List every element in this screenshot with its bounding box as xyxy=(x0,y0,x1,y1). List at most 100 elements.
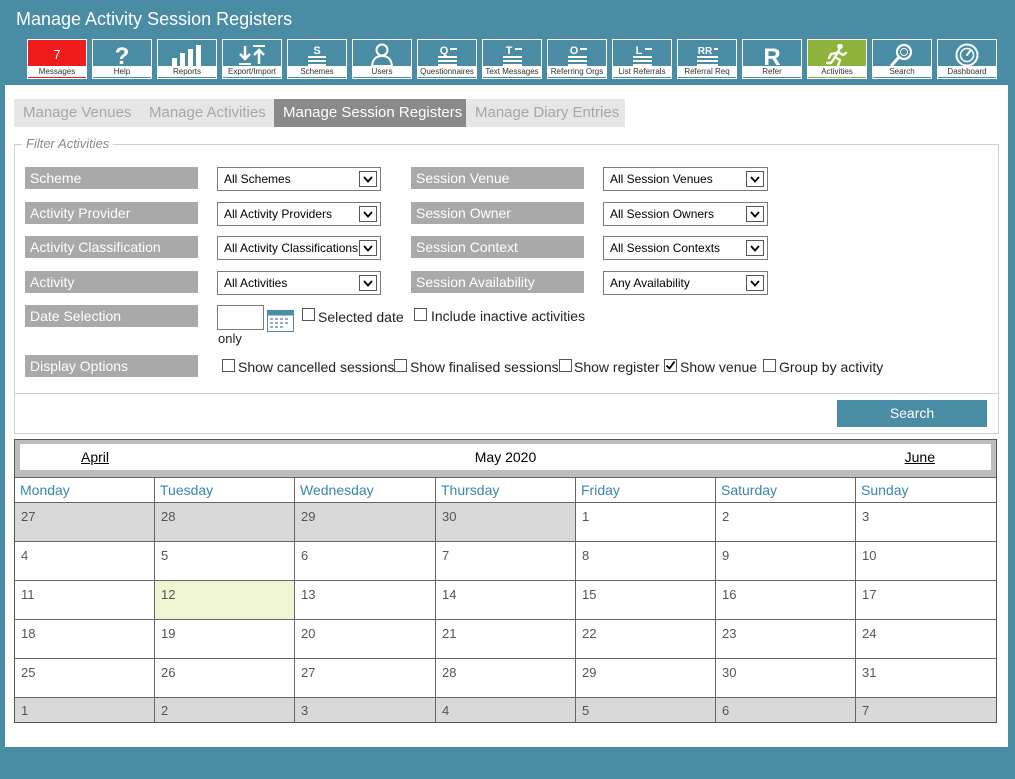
filter-activities-panel: Filter Activities Scheme All Schemes Ses… xyxy=(14,136,999,394)
display-options-label: Display Options xyxy=(25,355,198,377)
refer-button[interactable]: R Refer xyxy=(742,39,802,79)
referral-req-button[interactable]: RR Referral Req xyxy=(677,39,737,79)
calendar-day-cell[interactable]: 28 xyxy=(155,502,295,541)
calendar-day-cell[interactable]: 19 xyxy=(155,619,295,658)
referring-orgs-button[interactable]: O Referring Orgs xyxy=(547,39,607,79)
tab-manage-session-registers[interactable]: Manage Session Registers xyxy=(274,99,466,127)
session-context-select[interactable]: All Session Contexts xyxy=(603,236,768,260)
calendar-day-cell[interactable]: 29 xyxy=(295,502,436,541)
group-by-activity-label: Group by activity xyxy=(779,359,884,375)
date-input[interactable] xyxy=(217,305,264,330)
calendar-day-cell[interactable]: 13 xyxy=(295,580,436,619)
session-owner-select-value: All Session Owners xyxy=(610,207,715,221)
calendar-day-cell[interactable]: 1 xyxy=(576,502,716,541)
calendar-day-cell[interactable]: 16 xyxy=(716,580,856,619)
activity-classification-select-value: All Activity Classifications xyxy=(224,241,359,255)
show-venue-checkbox[interactable] xyxy=(664,359,677,372)
session-availability-select[interactable]: Any Availability xyxy=(603,271,768,295)
dashboard-button[interactable]: Dashboard xyxy=(937,39,997,79)
calendar-day-cell[interactable]: 8 xyxy=(576,541,716,580)
selected-date-only-checkbox[interactable] xyxy=(302,308,315,321)
refer-label: Refer xyxy=(743,66,801,77)
calendar-day-cell[interactable]: 24 xyxy=(856,619,996,658)
activities-label: Activities xyxy=(808,66,866,77)
calendar-day-cell[interactable]: 11 xyxy=(15,580,155,619)
scheme-select[interactable]: All Schemes xyxy=(217,167,381,191)
calendar-day-cell[interactable]: 7 xyxy=(856,697,996,722)
include-inactive-checkbox[interactable] xyxy=(414,308,427,321)
calendar-day-cell[interactable]: 10 xyxy=(856,541,996,580)
questionnaires-icon: Q xyxy=(418,42,476,67)
calendar-day-cell[interactable]: 2 xyxy=(716,502,856,541)
show-cancelled-checkbox[interactable] xyxy=(222,359,235,372)
calendar-day-cell[interactable]: 29 xyxy=(576,658,716,697)
next-month-link[interactable]: June xyxy=(905,449,935,465)
session-owner-select[interactable]: All Session Owners xyxy=(603,202,768,226)
calendar-day-cell[interactable]: 14 xyxy=(436,580,576,619)
calendar-day-cell[interactable]: 26 xyxy=(155,658,295,697)
activity-select[interactable]: All Activities xyxy=(217,271,381,295)
calendar-day-cell[interactable]: 3 xyxy=(295,697,436,722)
questionnaires-button[interactable]: Q Questionnaires xyxy=(417,39,477,79)
app-title: Manage Activity Session Registers xyxy=(16,9,293,29)
export-import-button[interactable]: Export/Import xyxy=(222,39,282,79)
search-nav-button[interactable]: Search xyxy=(872,39,932,79)
search-button[interactable]: Search xyxy=(837,400,987,427)
messages-label: Messages xyxy=(28,66,86,77)
include-inactive-label: Include inactive activities xyxy=(431,308,586,324)
users-button[interactable]: Users xyxy=(352,39,412,79)
svg-text:?: ? xyxy=(115,43,130,67)
calendar-day-cell[interactable]: 9 xyxy=(716,541,856,580)
calendar-day-cell[interactable]: 15 xyxy=(576,580,716,619)
calendar-day-cell[interactable]: 21 xyxy=(436,619,576,658)
chevron-down-icon xyxy=(746,206,764,222)
calendar-day-cell[interactable]: 4 xyxy=(436,697,576,722)
calendar-day-cell[interactable]: 28 xyxy=(436,658,576,697)
session-venue-select[interactable]: All Session Venues xyxy=(603,167,768,191)
calendar-day-cell[interactable]: 2 xyxy=(155,697,295,722)
activity-classification-select[interactable]: All Activity Classifications xyxy=(217,236,381,260)
calendar-day-cell[interactable]: 5 xyxy=(576,697,716,722)
calendar-day-cell[interactable]: 30 xyxy=(716,658,856,697)
activities-icon xyxy=(808,42,866,67)
calendar-day-cell[interactable]: 12 xyxy=(155,580,295,619)
calendar-day-cell[interactable]: 4 xyxy=(15,541,155,580)
calendar-day-cell[interactable]: 18 xyxy=(15,619,155,658)
activities-button[interactable]: Activities xyxy=(807,39,867,79)
activity-provider-select[interactable]: All Activity Providers xyxy=(217,202,381,226)
calendar-icon[interactable] xyxy=(267,310,294,332)
calendar-day-cell[interactable]: 6 xyxy=(295,541,436,580)
list-referrals-button[interactable]: L List Referrals xyxy=(612,39,672,79)
calendar-day-cell[interactable]: 3 xyxy=(856,502,996,541)
show-register-checkbox[interactable] xyxy=(559,359,572,372)
tab-manage-venues[interactable]: Manage Venues xyxy=(14,99,140,127)
group-by-activity-checkbox[interactable] xyxy=(763,359,776,372)
tab-manage-activities[interactable]: Manage Activities xyxy=(140,99,274,127)
calendar-day-cell[interactable]: 17 xyxy=(856,580,996,619)
calendar-day-cell[interactable]: 27 xyxy=(295,658,436,697)
calendar-day-cell[interactable]: 6 xyxy=(716,697,856,722)
help-icon: ? xyxy=(93,42,151,67)
calendar-day-cell[interactable]: 20 xyxy=(295,619,436,658)
calendar-day-cell[interactable]: 7 xyxy=(436,541,576,580)
calendar-day-cell[interactable]: 23 xyxy=(716,619,856,658)
show-finalised-checkbox[interactable] xyxy=(394,359,407,372)
calendar-day-cell[interactable]: 30 xyxy=(436,502,576,541)
svg-text:R: R xyxy=(763,44,780,67)
calendar-day-cell[interactable]: 22 xyxy=(576,619,716,658)
calendar-day-cell[interactable]: 1 xyxy=(15,697,155,722)
chevron-down-icon xyxy=(359,275,377,291)
calendar-day-cell[interactable]: 25 xyxy=(15,658,155,697)
help-label: Help xyxy=(93,66,151,77)
help-button[interactable]: ? Help xyxy=(92,39,152,79)
tab-manage-diary-entries[interactable]: Manage Diary Entries xyxy=(466,99,625,127)
chevron-down-icon xyxy=(359,206,377,222)
schemes-button[interactable]: S Schemes xyxy=(287,39,347,79)
weekday-header-saturday: Saturday xyxy=(716,477,856,502)
text-messages-button[interactable]: T Text Messages xyxy=(482,39,542,79)
calendar-day-cell[interactable]: 5 xyxy=(155,541,295,580)
reports-button[interactable]: Reports xyxy=(157,39,217,79)
calendar-day-cell[interactable]: 27 xyxy=(15,502,155,541)
messages-button[interactable]: 7 Messages xyxy=(27,39,87,79)
calendar-day-cell[interactable]: 31 xyxy=(856,658,996,697)
